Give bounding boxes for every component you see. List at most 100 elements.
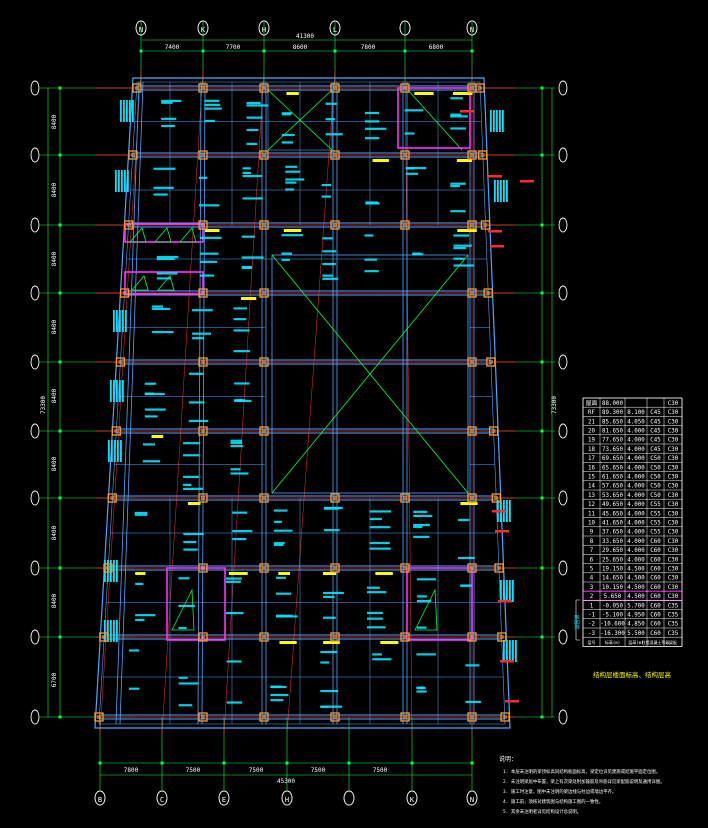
column-core — [470, 86, 474, 90]
bottom-axis-2: C — [160, 796, 164, 804]
beam-annotation — [233, 329, 250, 332]
beam-annotation — [322, 277, 339, 280]
beam-annotation — [156, 277, 171, 280]
left-dim-8: 8400 — [51, 593, 58, 608]
table-cell: 4.000 — [627, 429, 645, 435]
beam-annotation — [178, 626, 187, 630]
bottom-axis-6: N — [470, 796, 474, 804]
beam-annotation — [322, 237, 333, 240]
table-cell: 2 — [590, 594, 594, 600]
column-core — [201, 715, 205, 719]
beam-annotation — [246, 116, 263, 119]
left-dim-tick — [58, 496, 62, 500]
beam-annotation — [156, 257, 175, 261]
beam-annotation — [153, 186, 174, 189]
beam-annotation — [273, 529, 293, 532]
column-core — [262, 291, 266, 295]
table-cell: C30 — [668, 456, 679, 462]
beam-annotation — [323, 506, 343, 510]
right-dim-tick — [540, 86, 544, 90]
table-cell: C30 — [668, 438, 679, 444]
left-dim-tick — [58, 86, 62, 90]
beam-tag — [283, 229, 302, 232]
vertical-annotation — [509, 580, 511, 602]
beam-annotation — [204, 107, 222, 110]
right-dim-tick — [540, 360, 544, 364]
beam-annotation — [230, 439, 242, 442]
beam-annotation — [364, 111, 380, 115]
column-core — [262, 153, 266, 157]
table-cell: 标高(m) — [605, 639, 620, 645]
beam-annotation — [281, 113, 291, 116]
beam-annotation — [242, 167, 251, 170]
beam-annotation — [234, 399, 252, 403]
note-line-4: 4. 施工前，须核对建筑图与结构施工图的一致性。 — [503, 798, 603, 805]
notes-title: 说明： — [499, 755, 517, 763]
beam-annotation — [405, 167, 415, 170]
table-cell: C30 — [668, 429, 679, 435]
beam-annotation — [226, 701, 243, 704]
table-cell: 8.100 — [627, 410, 645, 416]
beam-annotation — [200, 274, 215, 277]
vertical-annotation — [506, 640, 508, 662]
beam-annotation — [453, 264, 474, 267]
beam-annotation — [178, 682, 199, 685]
vertical-annotation — [120, 100, 122, 122]
table-cell: 65.650 — [602, 465, 623, 471]
beam-annotation — [200, 252, 219, 255]
left-dim-5: 8400 — [51, 388, 58, 403]
column-core — [494, 496, 499, 500]
bottom-axis-1: B — [98, 796, 102, 804]
vertical-annotation — [123, 100, 125, 122]
beam-annotation — [188, 419, 209, 423]
beam-annotation — [365, 201, 379, 204]
vertical-annotation — [506, 180, 508, 202]
table-cell: 21 — [588, 419, 595, 425]
table-cell: 柱墙混凝土等级 — [642, 639, 670, 645]
table-cell: 层号 — [588, 639, 596, 645]
beam-annotation — [183, 532, 204, 536]
table-cell: C50 — [650, 456, 661, 462]
table-cell: C55 — [650, 530, 661, 536]
right-dim-tick — [540, 496, 544, 500]
table-cell: 14.650 — [602, 576, 623, 582]
beam-annotation — [225, 580, 241, 583]
vertical-annotation — [116, 310, 118, 332]
column-core — [106, 566, 111, 570]
left-dim-3: 8400 — [51, 251, 58, 266]
table-cell: 17 — [588, 456, 595, 462]
beam-annotation — [372, 658, 392, 661]
red-tag — [488, 230, 502, 233]
table-cell: C55 — [650, 521, 661, 527]
column-core — [118, 360, 123, 364]
table-cell: 12 — [588, 502, 595, 508]
beam-annotation — [183, 483, 192, 486]
floor-table-caption: 结构层楼面标高、结构层高 — [593, 670, 672, 679]
table-cell: C30 — [668, 530, 679, 536]
structural-plan-drawing: 41300 7400 7700 8600 7800 6800 7800 7500… — [0, 0, 708, 828]
beam-annotation — [320, 650, 338, 654]
vertical-annotation — [119, 310, 121, 332]
beam-annotation — [453, 244, 472, 247]
vertical-annotation — [512, 640, 514, 662]
vertical-annotation — [114, 440, 116, 462]
table-cell: C30 — [668, 484, 679, 490]
right-dim-tick — [540, 429, 544, 433]
beam-annotation — [178, 704, 193, 707]
table-cell: 5.500 — [627, 631, 645, 637]
beam-annotation — [364, 270, 379, 273]
column-core — [201, 566, 205, 570]
table-cell: C30 — [668, 567, 679, 573]
table-cell: 14 — [588, 484, 595, 490]
beam-annotation — [134, 511, 148, 515]
bottom-dim-4: 7500 — [311, 767, 326, 774]
red-tag — [498, 600, 512, 603]
beam-tag — [372, 159, 389, 162]
table-cell: 1 — [590, 603, 594, 609]
table-cell: 6 — [590, 557, 594, 563]
left-dim-tick — [58, 223, 62, 227]
bottom-dim-tick — [160, 761, 164, 765]
column-core — [262, 496, 266, 500]
column-core — [470, 360, 474, 364]
beam-annotation — [225, 612, 244, 615]
